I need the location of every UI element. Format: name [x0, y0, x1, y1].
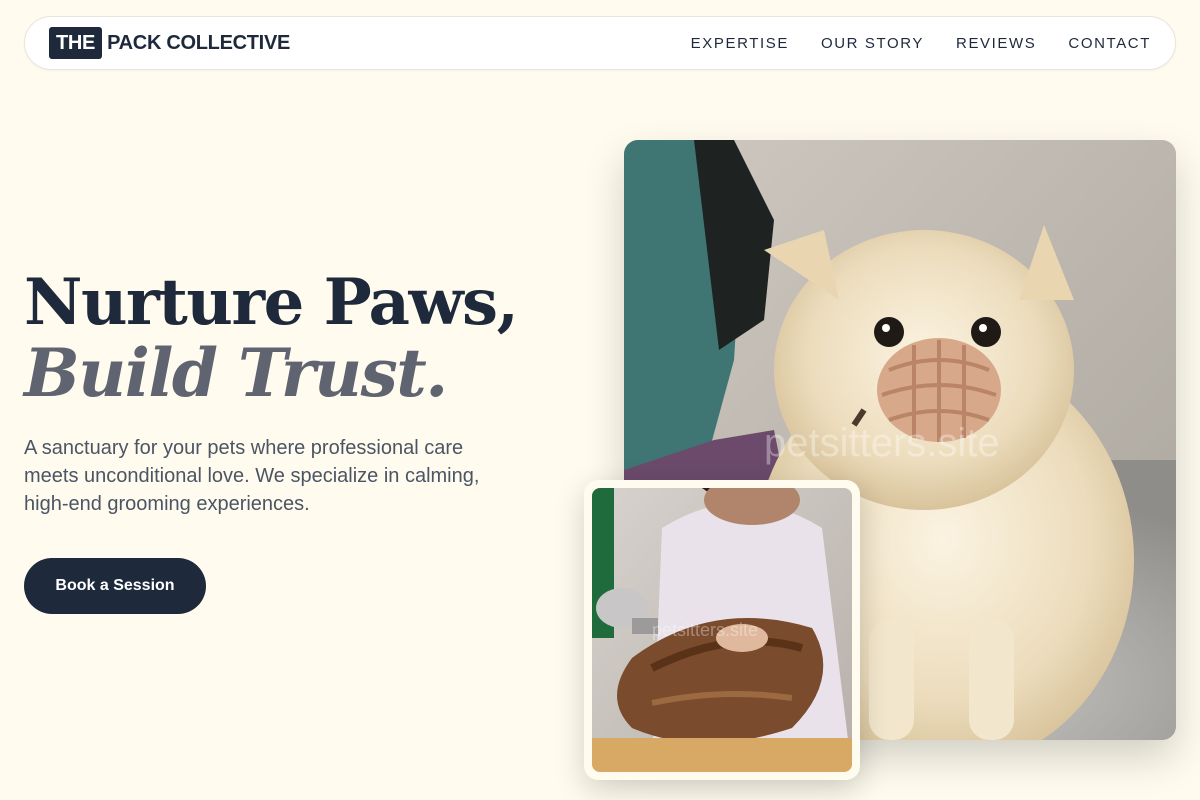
nav-link-contact[interactable]: CONTACT — [1068, 35, 1151, 52]
hero-headline: Nurture Paws, Build Trust. — [24, 265, 519, 412]
nav-link-reviews[interactable]: REVIEWS — [956, 35, 1036, 52]
book-session-button[interactable]: Book a Session — [24, 558, 206, 614]
hero-subtext: A sanctuary for your pets where professi… — [24, 437, 480, 515]
nav-link-expertise[interactable]: EXPERTISE — [691, 35, 789, 52]
grooming-photo: petsitters.site — [592, 488, 852, 772]
hero-secondary-image: petsitters.site — [584, 480, 860, 780]
nav-link-our-story[interactable]: OUR STORY — [821, 35, 924, 52]
logo-box: THE — [49, 27, 103, 59]
logo[interactable]: THE PACK COLLECTIVE — [49, 27, 290, 59]
top-nav: THE PACK COLLECTIVE EXPERTISE OUR STORY … — [24, 16, 1176, 70]
nav-links: EXPERTISE OUR STORY REVIEWS CONTACT — [691, 35, 1151, 52]
main-watermark: petsitters.site — [764, 421, 1000, 465]
headline-line-2: Build Trust. — [24, 334, 448, 412]
headline-line-1: Nurture Paws, — [24, 265, 519, 340]
logo-text: PACK COLLECTIVE — [107, 31, 291, 54]
small-watermark: petsitters.site — [652, 620, 758, 640]
